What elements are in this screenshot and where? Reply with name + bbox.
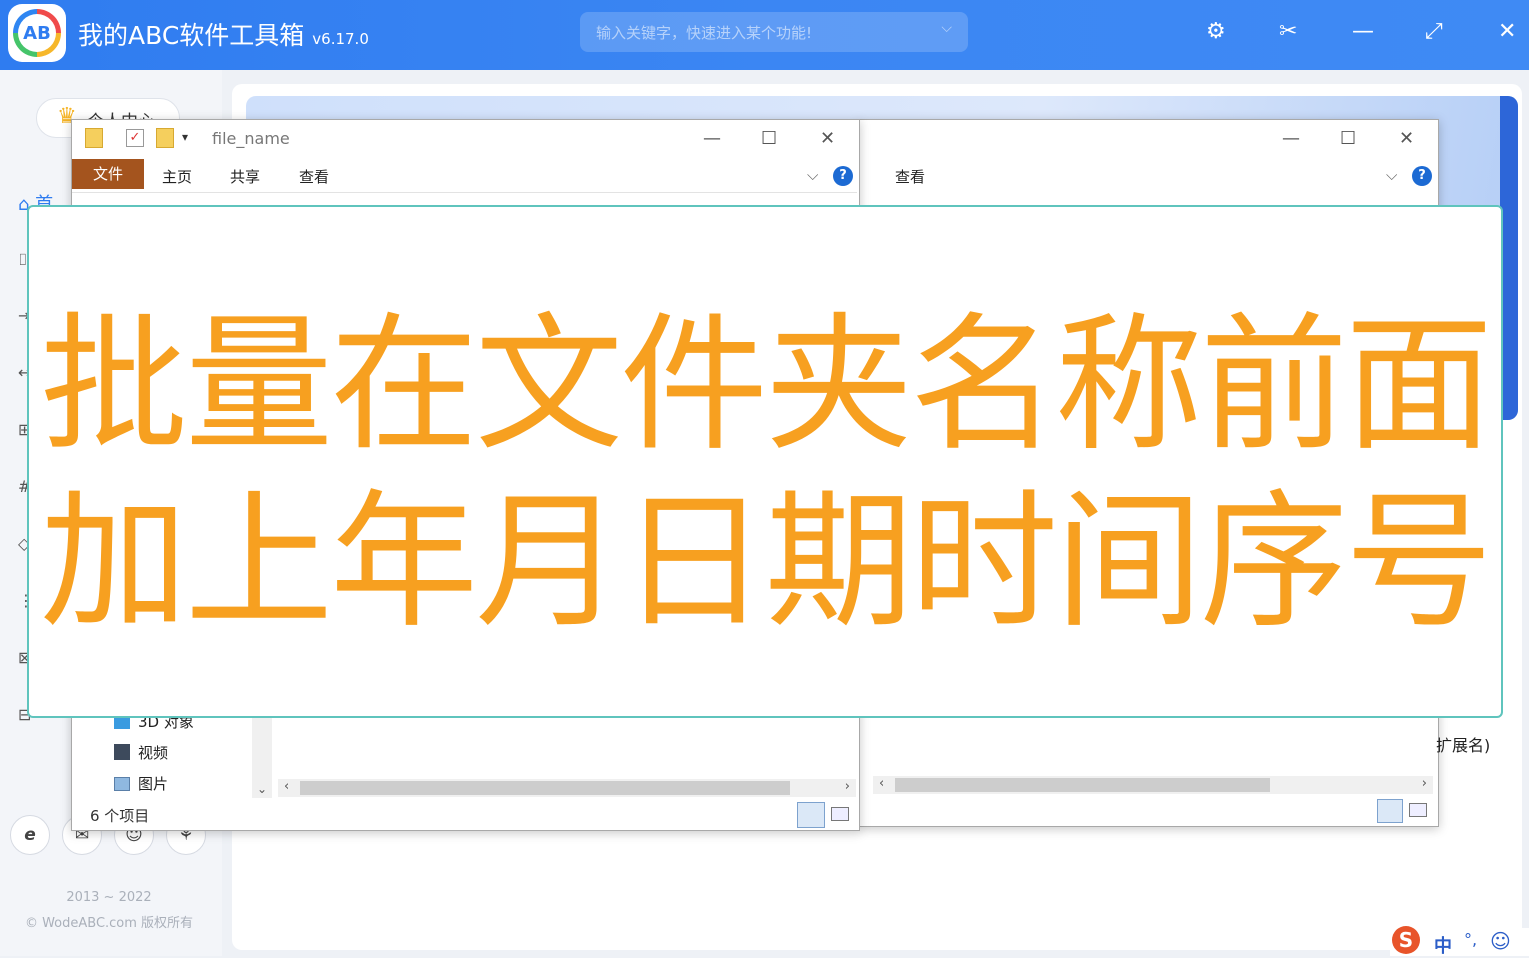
logo-text: AB	[18, 14, 56, 52]
ime-toolbar: S 中 °, ☺	[1390, 926, 1529, 958]
dropdown-icon[interactable]: ▾	[182, 130, 188, 144]
chevron-down-icon[interactable]: ⌵	[1386, 166, 1397, 184]
nav-label: 图片	[138, 775, 169, 793]
status-item-count: 6 个项目	[90, 807, 150, 825]
chevron-down-icon[interactable]: ⌵	[941, 20, 952, 36]
emoji-icon[interactable]: ☺	[1490, 929, 1511, 953]
horizontal-scrollbar[interactable]: ‹ ›	[278, 779, 856, 797]
column-text-partial: 扩展名)	[1436, 736, 1491, 755]
nav-item-videos[interactable]: 视频	[114, 742, 168, 763]
scrollbar-thumb[interactable]	[895, 778, 1270, 792]
ime-mode[interactable]: 中	[1434, 932, 1452, 958]
new-folder-icon[interactable]	[156, 128, 174, 148]
horizontal-scrollbar[interactable]: ‹ ›	[873, 776, 1433, 794]
nav-label: 视频	[138, 744, 169, 762]
checkbox-icon[interactable]: ✓	[126, 129, 144, 147]
app-title: 我的ABC软件工具箱 v6.17.0	[78, 16, 369, 52]
scroll-right-icon[interactable]: ›	[845, 779, 850, 794]
window-title: file_name	[212, 129, 290, 148]
help-icon[interactable]: ?	[833, 166, 853, 186]
minimize-icon[interactable]: —	[1282, 128, 1300, 149]
details-view-icon[interactable]	[797, 802, 825, 828]
scroll-right-icon[interactable]: ›	[1422, 776, 1427, 791]
tab-file[interactable]: 文件	[72, 159, 144, 189]
scrollbar-thumb[interactable]	[300, 781, 790, 795]
overlay-title-line-1: 批量在文件夹名称前面	[40, 299, 1493, 471]
close-icon[interactable]: ✕	[1399, 128, 1414, 149]
app-logo: AB	[8, 4, 66, 62]
app-version: v6.17.0	[312, 30, 369, 48]
close-icon[interactable]: ✕	[820, 128, 835, 149]
details-view-icon[interactable]	[1377, 799, 1403, 823]
minimize-icon[interactable]: —	[703, 128, 721, 149]
maximize-icon[interactable]: ☐	[761, 128, 777, 149]
ime-punctuation[interactable]: °,	[1464, 930, 1477, 949]
close-icon[interactable]: ✕	[1498, 18, 1516, 46]
tab-view[interactable]: 查看	[895, 166, 925, 187]
maximize-icon[interactable]: ⤢	[1425, 18, 1443, 46]
app-search-input[interactable]: 输入关键字，快速进入某个功能! ⌵	[580, 12, 968, 52]
chevron-down-icon[interactable]: ⌵	[807, 166, 818, 184]
large-icons-view-icon[interactable]	[1409, 803, 1427, 817]
nav-vertical-scrollbar[interactable]: ⌄	[252, 718, 272, 798]
scissors-icon[interactable]: ✂	[1279, 18, 1297, 46]
copyright-text: © WodeABC.com 版权所有	[24, 916, 194, 931]
minimize-icon[interactable]: —	[1352, 18, 1374, 46]
overlay-card: 批量在文件夹名称前面 加上年月日期时间序号	[27, 205, 1503, 718]
settings-icon[interactable]: ⚙	[1206, 18, 1226, 46]
app-titlebar: AB 我的ABC软件工具箱 v6.17.0 输入关键字，快速进入某个功能! ⌵ ⚙…	[0, 0, 1529, 70]
picture-icon	[114, 777, 130, 791]
nav-item-pictures[interactable]: 图片	[114, 773, 168, 794]
browser-icon[interactable]: e	[10, 815, 50, 855]
scroll-left-icon[interactable]: ‹	[284, 779, 289, 794]
tab-home[interactable]: 主页	[162, 166, 192, 187]
help-icon[interactable]: ?	[1412, 166, 1432, 186]
ime-logo[interactable]: S	[1392, 926, 1420, 954]
film-icon	[114, 744, 130, 760]
ribbon-divider	[72, 192, 857, 193]
maximize-icon[interactable]: ☐	[1340, 128, 1356, 149]
folder-icon	[85, 128, 103, 148]
scroll-down-icon[interactable]: ⌄	[257, 782, 267, 796]
app-title-text: 我的ABC软件工具箱	[78, 21, 305, 50]
large-icons-view-icon[interactable]	[831, 807, 849, 821]
tab-share[interactable]: 共享	[230, 166, 260, 187]
search-placeholder: 输入关键字，快速进入某个功能!	[596, 24, 813, 42]
overlay-title-line-2: 加上年月日期时间序号	[40, 476, 1493, 648]
scroll-left-icon[interactable]: ‹	[879, 776, 884, 791]
tab-view[interactable]: 查看	[299, 166, 329, 187]
copyright-years: 2013 ~ 2022	[66, 890, 152, 905]
